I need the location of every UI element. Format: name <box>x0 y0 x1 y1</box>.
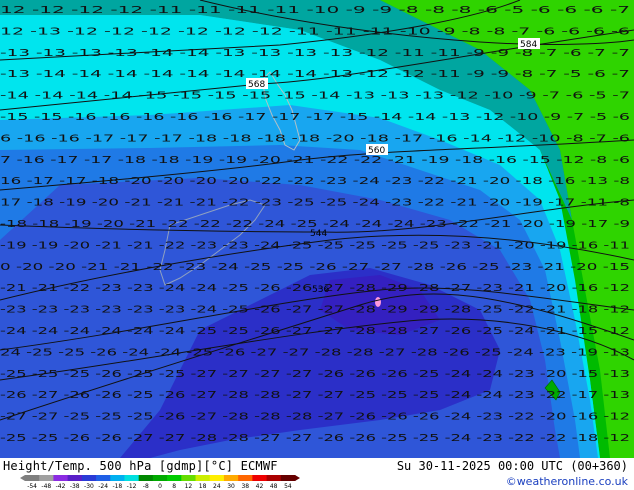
color-legend: -54 -48 -42 -38 -30 -24 -18 -12 -8 0 8 12 18 24 30 38 42… <box>20 475 300 490</box>
temperature-row: -15 -15 -16 -16 -16 -16 -16 -17 -17 -17 … <box>0 112 630 123</box>
legend-arrow-left <box>20 475 25 481</box>
legend-swatches <box>20 475 300 481</box>
credit-link[interactable]: ©weatheronline.co.uk <box>506 475 628 488</box>
temperature-row: 0 -20 -20 -21 -21 -22 -23 -24 -25 -25 -2… <box>0 262 630 273</box>
temperature-row: -19 -19 -20 -21 -21 -22 -23 -23 -24 -25 … <box>0 240 630 251</box>
legend-tick-label: 12 <box>185 483 193 490</box>
legend-swatch <box>53 475 69 481</box>
legend-tick-label: -48 <box>41 483 51 490</box>
map-footer: Height/Temp. 500 hPa [gdmp][°C] ECMWF Su… <box>0 458 634 490</box>
legend-tick-label: 42 <box>256 483 264 490</box>
legend-tick-label: 30 <box>227 483 235 490</box>
temperature-row: 6 -16 -16 -17 -17 -17 -18 -18 -18 -18 -2… <box>0 133 630 144</box>
legend-tick-label: 24 <box>213 483 221 490</box>
height-label-544: 544 <box>310 229 327 239</box>
legend-tick-label: -30 <box>84 483 94 490</box>
legend-swatch <box>181 475 197 481</box>
legend-swatch <box>81 475 97 481</box>
temperature-row: 12 -13 -12 -12 -12 -12 -12 -12 -11 -11 -… <box>0 26 630 37</box>
legend-tick-label: -12 <box>127 483 137 490</box>
temperature-row: -25 -25 -25 -26 -25 -25 -27 -27 -27 -27 … <box>0 369 630 380</box>
legend-tick-label: 48 <box>270 483 278 490</box>
map-svg: 12 -12 -12 -12 -11 -11 -11 -11 -10 -9 -9… <box>0 0 634 458</box>
legend-swatch <box>25 475 40 481</box>
legend-tick-label: -18 <box>112 483 122 490</box>
legend-ticks: -54 -48 -42 -38 -30 -24 -18 -12 -8 0 8 12 18 24 30 38 42… <box>27 483 292 490</box>
temperature-row: -26 -27 -26 -26 -25 -26 -27 -28 -28 -27 … <box>0 390 630 401</box>
legend-swatch <box>138 475 154 481</box>
legend-tick-label: 0 <box>158 483 162 490</box>
legend-tick-label: -42 <box>56 483 66 490</box>
legend-tick-label: 18 <box>199 483 207 490</box>
legend-swatch <box>167 475 182 481</box>
weather-map: 12 -12 -12 -12 -11 -11 -11 -11 -10 -9 -9… <box>0 0 634 458</box>
legend-arrow-right <box>295 475 300 481</box>
legend-swatch <box>209 475 225 481</box>
height-label: 560 <box>368 146 385 156</box>
height-label-536: 536 <box>312 285 329 295</box>
height-label-584: 584 <box>518 38 540 50</box>
height-label: 544 <box>310 229 327 239</box>
legend-swatch <box>110 475 125 481</box>
legend-swatch <box>280 475 296 481</box>
temperature-labels: 12 -12 -12 -12 -11 -11 -11 -11 -10 -9 -9… <box>0 5 630 444</box>
temperature-row: 7 -16 -17 -17 -18 -18 -19 -19 -20 -21 -2… <box>0 155 630 166</box>
height-label: 536 <box>312 285 329 295</box>
valid-time: Su 30-11-2025 00:00 UTC (00+360) <box>396 459 628 473</box>
legend-tick-label: 54 <box>284 483 292 490</box>
temperature-row: -25 -25 -26 -26 -27 -27 -28 -28 -27 -27 … <box>0 433 630 444</box>
temperature-row: 17 -18 -19 -20 -21 -21 -21 -22 -23 -25 -… <box>0 198 630 209</box>
legend-swatch <box>39 475 54 481</box>
legend-swatch <box>152 475 168 481</box>
temperature-row: 16 -17 -17 -18 -20 -20 -20 -20 -22 -22 -… <box>0 176 630 187</box>
temperature-row: -27 -27 -25 -25 -25 -26 -27 -28 -28 -28 … <box>0 412 630 423</box>
legend-swatch <box>266 475 282 481</box>
legend-swatch <box>238 475 253 481</box>
temperature-row: 24 -25 -25 -26 -24 -24 -25 -26 -27 -27 -… <box>0 347 630 358</box>
map-title: Height/Temp. 500 hPa [gdmp][°C] ECMWF <box>3 459 278 473</box>
legend-swatch <box>96 475 111 481</box>
legend-tick-label: -8 <box>143 483 149 490</box>
legend-tick-label: -54 <box>27 483 37 490</box>
legend-tick-label: -24 <box>98 483 108 490</box>
legend-tick-label: 8 <box>172 483 176 490</box>
temperature-row: -14 -14 -14 -14 -15 -15 -15 -15 -15 -14 … <box>0 91 630 102</box>
height-label: 568 <box>248 80 265 90</box>
temperature-row: -13 -14 -14 -14 -14 -14 -14 -14 -14 -13 … <box>0 69 630 80</box>
legend-swatch <box>124 475 140 481</box>
height-label: 584 <box>520 40 537 50</box>
legend-swatch <box>67 475 83 481</box>
legend-swatch <box>195 475 211 481</box>
height-label-568: 568 <box>246 78 268 90</box>
legend-tick-label: 38 <box>241 483 249 490</box>
temperature-row: -24 -24 -24 -24 -24 -24 -25 -25 -26 -27 … <box>0 326 630 337</box>
legend-swatch <box>252 475 268 481</box>
height-label-560: 560 <box>366 144 388 156</box>
legend-tick-label: -38 <box>70 483 80 490</box>
legend-swatch <box>223 475 239 481</box>
temperature-row: 12 -12 -12 -12 -11 -11 -11 -11 -10 -9 -9… <box>0 5 630 16</box>
temperature-row: -23 -23 -23 -23 -23 -23 -24 -25 -26 -27 … <box>0 305 630 316</box>
